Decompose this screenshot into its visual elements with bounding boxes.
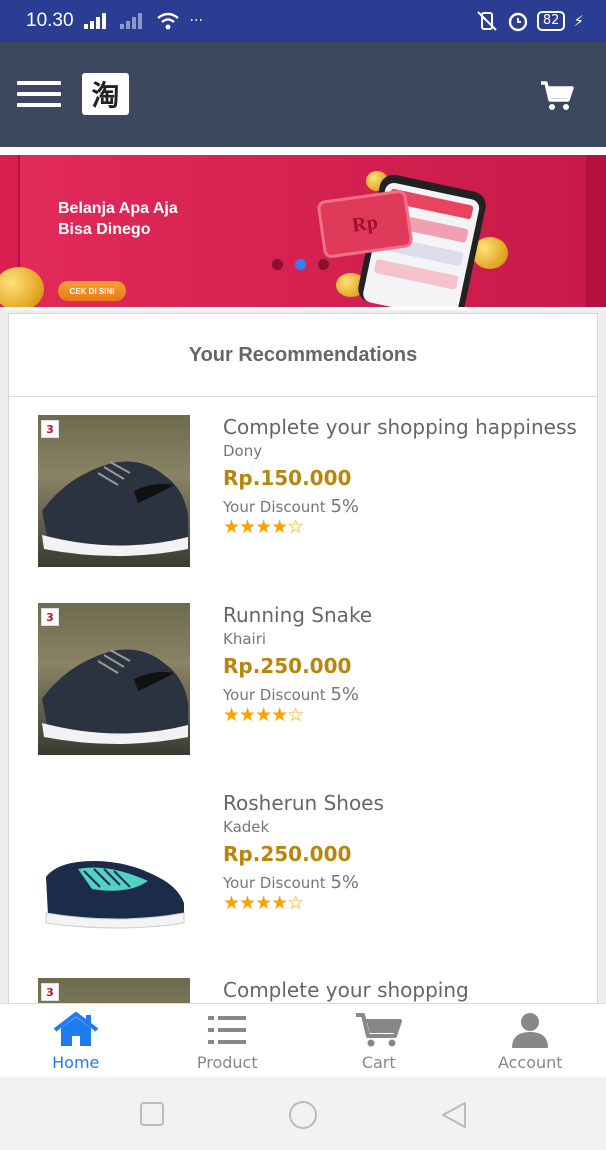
product-discount: Your Discount 5%	[223, 872, 589, 893]
discount-label: Your Discount	[223, 686, 326, 704]
status-bar: 10.30 ··· 82 ⚡	[0, 0, 606, 42]
home-icon	[53, 1012, 98, 1046]
product-name[interactable]: Complete your shopping	[223, 978, 589, 1003]
nav-home-label: Home	[52, 1053, 100, 1072]
discount-label: Your Discount	[223, 498, 326, 516]
cart-icon	[355, 1013, 402, 1047]
product-badge: 3	[41, 983, 59, 1001]
banner-cta-button[interactable]: CEK DI SINI	[58, 281, 126, 301]
product-image[interactable]	[38, 791, 190, 943]
banner-headline-line1: Belanja Apa Aja	[58, 200, 178, 217]
app-bar: 淘	[0, 42, 606, 147]
discount-value: 5%	[330, 684, 359, 705]
product-info: Complete your shopping	[223, 978, 589, 1003]
list-icon	[208, 1016, 247, 1044]
rating-stars: ★★★★☆	[223, 516, 304, 538]
product-info: Running Snake Khairi Rp.250.000 Your Dis…	[223, 603, 589, 725]
product-seller: Khairi	[223, 630, 267, 648]
product-price: Rp.250.000	[223, 654, 352, 678]
nav-product[interactable]: Product	[152, 1004, 304, 1077]
product-item[interactable]: 3 Running Snake Khairi Rp.250.000 Your D…	[9, 603, 597, 773]
nav-account[interactable]: Account	[455, 1004, 606, 1077]
product-image[interactable]: 3	[38, 415, 190, 567]
product-image[interactable]: 3	[38, 603, 190, 755]
banner-headline: Belanja Apa Aja Bisa Dinego	[58, 198, 258, 240]
wifi-icon	[156, 12, 179, 30]
charging-icon: ⚡	[573, 12, 584, 30]
product-discount: Your Discount 5%	[223, 496, 589, 517]
product-item[interactable]: 3 Complete your shopping happiness Dony …	[9, 415, 597, 585]
banner-headline-line2: Bisa Dinego	[58, 221, 151, 238]
product-info: Complete your shopping happiness Dony Rp…	[223, 415, 589, 537]
rating-stars: ★★★★☆	[223, 704, 304, 726]
discount-label: Your Discount	[223, 874, 326, 892]
person-icon	[512, 1013, 549, 1048]
recommendations-title: Your Recommendations	[9, 314, 597, 397]
battery-icon: 82	[536, 11, 566, 31]
discount-value: 5%	[330, 872, 359, 893]
product-badge: 3	[41, 608, 59, 626]
rp-bubble-icon: Rp	[316, 189, 414, 259]
product-seller: Kadek	[223, 818, 270, 836]
product-item[interactable]: Rosherun Shoes Kadek Rp.250.000 Your Dis…	[9, 791, 597, 961]
product-name[interactable]: Rosherun Shoes	[223, 791, 589, 816]
carousel-dot[interactable]	[272, 259, 283, 270]
nav-product-label: Product	[196, 1053, 258, 1072]
shoe-image	[45, 861, 185, 929]
bottom-nav: Home Product Cart Account	[0, 1003, 606, 1077]
product-seller: Dony	[223, 442, 263, 460]
nav-cart[interactable]: Cart	[303, 1004, 455, 1077]
back-icon[interactable]	[440, 1101, 468, 1129]
signal-icon	[83, 13, 106, 29]
shoe-image	[42, 461, 188, 556]
rating-stars: ★★★★☆	[223, 892, 304, 914]
nav-cart-label: Cart	[361, 1053, 396, 1072]
product-name[interactable]: Running Snake	[223, 603, 589, 628]
banner-area: Belanja Apa Aja Bisa Dinego CEK DI SINI …	[0, 147, 606, 310]
hamburger-icon[interactable]	[17, 81, 61, 111]
promo-banner[interactable]: Belanja Apa Aja Bisa Dinego CEK DI SINI …	[0, 155, 606, 307]
product-info: Rosherun Shoes Kadek Rp.250.000 Your Dis…	[223, 791, 589, 913]
discount-value: 5%	[330, 496, 359, 517]
nav-home[interactable]: Home	[0, 1004, 152, 1077]
product-name[interactable]: Complete your shopping happiness	[223, 415, 589, 440]
status-more: ···	[189, 13, 203, 29]
shoe-image	[42, 649, 188, 744]
home-button-icon[interactable]	[287, 1101, 319, 1129]
carousel-dot[interactable]	[318, 259, 329, 270]
cart-icon[interactable]	[540, 80, 574, 112]
alarm-icon	[508, 12, 528, 32]
carousel-dot-active[interactable]	[295, 259, 306, 270]
signal-weak-icon	[119, 13, 142, 29]
carousel-indicator	[272, 259, 329, 270]
product-price: Rp.150.000	[223, 466, 352, 490]
product-badge: 3	[41, 420, 59, 438]
app-logo: 淘	[82, 73, 129, 115]
status-time: 10.30	[26, 10, 74, 31]
system-nav-bar	[0, 1077, 606, 1150]
vibrate-off-icon	[477, 11, 497, 31]
nav-account-label: Account	[497, 1053, 563, 1072]
product-discount: Your Discount 5%	[223, 684, 589, 705]
recents-icon[interactable]	[139, 1101, 165, 1127]
product-price: Rp.250.000	[223, 842, 352, 866]
recommendations-card: Your Recommendations 3 Complete your sho…	[8, 313, 598, 1013]
